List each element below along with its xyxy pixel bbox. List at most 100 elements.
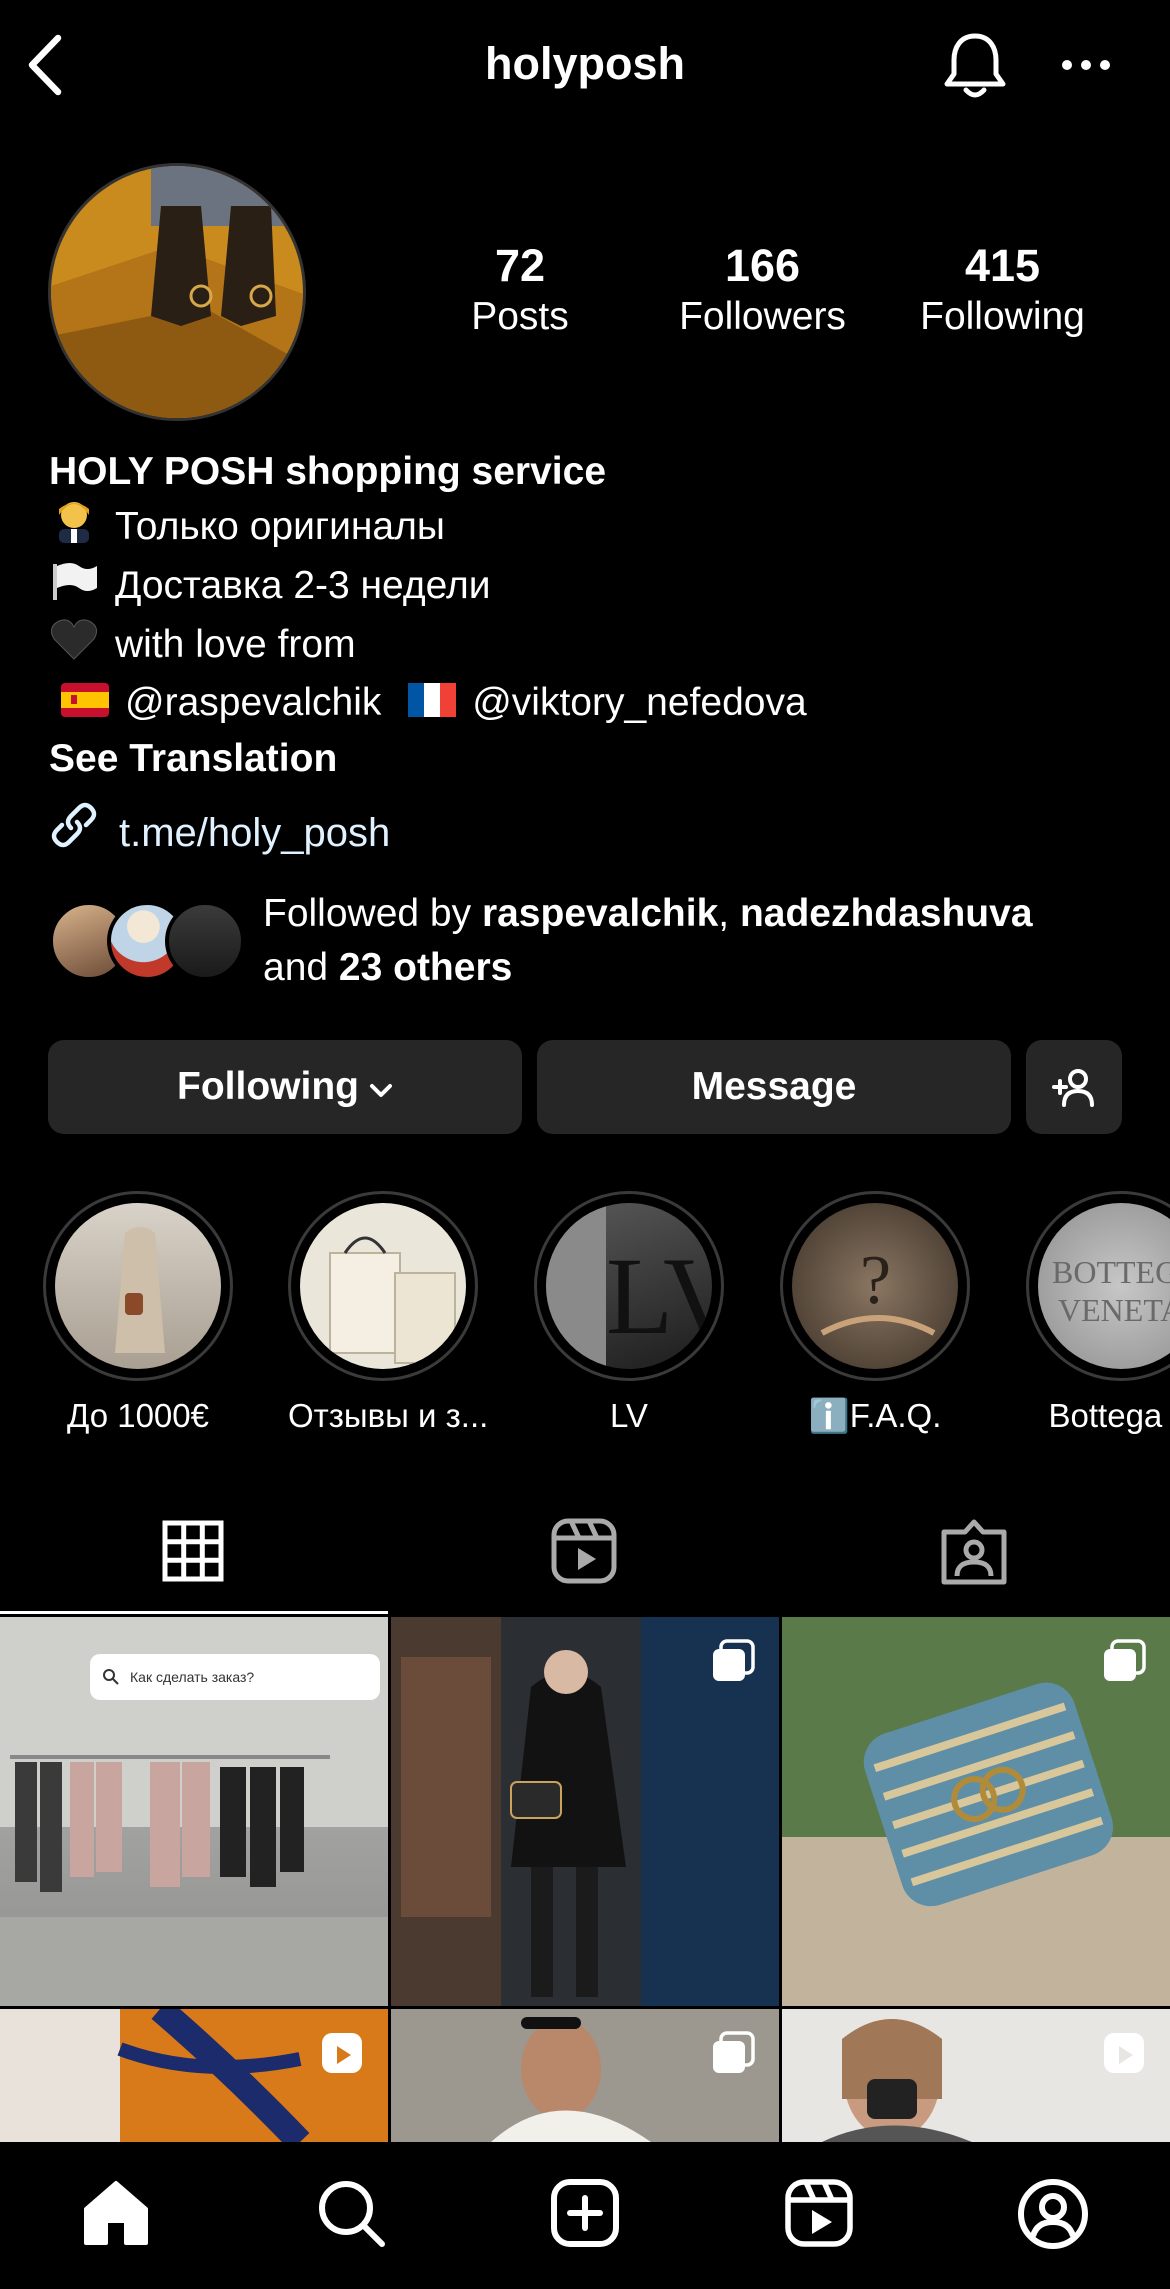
post-4[interactable] [0, 2009, 388, 2142]
profile-avatar[interactable] [48, 163, 306, 421]
bio-line-2: Доставка 2-3 недели [49, 558, 1129, 617]
svg-text:?: ? [860, 1242, 891, 1319]
highlight-3[interactable]: LV LV [534, 1191, 724, 1435]
followed-by-prefix: Followed by [263, 892, 482, 935]
post-1-search-bar: Как сделать заказ? [90, 1654, 380, 1700]
profile-bio: HOLY POSH shopping service Только оригин… [49, 445, 1129, 786]
suggest-people-button[interactable] [1026, 1040, 1122, 1134]
highlight-cover-3: LV [546, 1203, 712, 1369]
highlight-label-5: Bottega V [1048, 1397, 1170, 1434]
following-label: Following [920, 295, 1085, 338]
reels-icon [551, 1518, 617, 1584]
nav-create[interactable] [550, 2178, 620, 2248]
highlight-label-1: До 1000€ [66, 1397, 209, 1434]
highlight-4[interactable]: ? ℹ️F.A.Q. [780, 1191, 970, 1436]
home-icon [84, 2181, 148, 2245]
bio-line-1: Только оригиналы [49, 499, 1129, 558]
post-1[interactable]: Как сделать заказ? [0, 1617, 388, 2006]
tab-tagged[interactable] [941, 1518, 1007, 1586]
search-icon [319, 2181, 385, 2247]
followers-count: 166 [724, 240, 801, 291]
plus-square-icon [551, 2179, 619, 2247]
following-button[interactable]: Following [48, 1040, 522, 1134]
carousel-icon [1102, 1639, 1146, 1688]
white-flag-icon [49, 558, 99, 617]
bio-line-2-text: Доставка 2-3 недели [115, 563, 491, 607]
bio-line-3-text: with love from [115, 622, 356, 666]
followed-by-text: Followed by raspevalchik, nadezhdashuva … [263, 887, 1033, 995]
highlight-ring [288, 1191, 478, 1381]
chevron-down-icon [369, 1065, 393, 1109]
svg-text:VENETA: VENETA [1058, 1292, 1170, 1328]
active-tab-indicator [0, 1611, 388, 1614]
profile-icon [1018, 2179, 1088, 2249]
nav-profile[interactable] [1017, 2178, 1089, 2250]
notifications-button[interactable] [942, 30, 1008, 102]
svg-text:LV: LV [606, 1235, 712, 1357]
search-icon [103, 1669, 119, 1685]
stat-following[interactable]: 415 Following [895, 240, 1110, 342]
followed-by-and: and [263, 946, 339, 989]
black-heart-icon [49, 617, 99, 676]
stat-posts[interactable]: 72 Posts [440, 240, 600, 342]
nav-search[interactable] [316, 2178, 386, 2248]
message-button-label: Message [691, 1065, 857, 1108]
highlight-ring: BOTTEGAVENETA [1026, 1191, 1170, 1381]
following-count: 415 [964, 240, 1041, 291]
svg-text:BOTTEGA: BOTTEGA [1052, 1254, 1170, 1290]
spain-flag-icon [61, 678, 109, 732]
bio-line-4: @raspevalchik @viktory_nefedova [49, 676, 1129, 732]
follower-avatar-3 [165, 901, 245, 981]
highlight-ring: ? [780, 1191, 970, 1381]
message-button[interactable]: Message [537, 1040, 1011, 1134]
woman-emoji-icon [49, 499, 99, 558]
followed-by-others[interactable]: 23 others [339, 946, 512, 989]
highlight-ring: LV [534, 1191, 724, 1381]
ellipsis-icon [1062, 60, 1110, 70]
post-2[interactable] [391, 1617, 779, 2006]
mention-viktory-nefedova[interactable]: @viktory_nefedova [472, 681, 806, 724]
reel-icon [1102, 2031, 1146, 2080]
more-options-button[interactable] [1060, 58, 1112, 72]
bio-line-1-text: Только оригиналы [115, 504, 445, 548]
highlight-cover-1 [55, 1203, 221, 1369]
following-button-label: Following [177, 1065, 359, 1108]
bio-link[interactable]: t.me/holy_posh [49, 800, 390, 866]
nav-reels[interactable] [784, 2178, 854, 2248]
posts-label: Posts [471, 295, 569, 338]
see-translation-link[interactable]: See Translation [49, 732, 1129, 786]
followed-by-avatars [49, 896, 249, 986]
link-url: t.me/holy_posh [119, 811, 391, 855]
tab-posts-grid[interactable] [162, 1520, 224, 1582]
nav-home[interactable] [82, 2179, 150, 2247]
carousel-icon [711, 2031, 755, 2080]
bio-line-3: with love from [49, 617, 1129, 676]
bell-icon [944, 33, 1006, 98]
followed-by-user-1[interactable]: raspevalchik [482, 892, 718, 935]
highlight-label-3: LV [610, 1397, 648, 1434]
highlight-label-4: ℹ️F.A.Q. [808, 1397, 942, 1434]
highlight-ring [43, 1191, 233, 1381]
highlight-label-2: Отзывы и з... [288, 1397, 489, 1434]
tagged-person-icon [941, 1519, 1007, 1585]
followed-by[interactable]: Followed by raspevalchik, nadezhdashuva … [49, 887, 1033, 995]
highlight-cover-5: BOTTEGAVENETA [1038, 1203, 1170, 1369]
post-5[interactable] [391, 2009, 779, 2142]
highlight-2[interactable]: Отзывы и з... [288, 1191, 489, 1435]
avatar-image [51, 166, 303, 418]
add-person-icon [1052, 1069, 1094, 1107]
tab-reels[interactable] [551, 1518, 617, 1584]
highlight-1[interactable]: До 1000€ [43, 1191, 233, 1435]
link-icon [49, 800, 99, 866]
post-3[interactable] [782, 1617, 1170, 2006]
followed-by-user-2[interactable]: nadezhdashuva [740, 892, 1033, 935]
highlight-cover-4: ? [792, 1203, 958, 1369]
highlight-5[interactable]: BOTTEGAVENETA Bottega V [1026, 1191, 1170, 1435]
mention-raspevalchik[interactable]: @raspevalchik [125, 681, 381, 724]
highlight-cover-2 [300, 1203, 466, 1369]
followers-label: Followers [679, 295, 846, 338]
post-6[interactable] [782, 2009, 1170, 2142]
bottom-navigation [0, 2142, 1170, 2289]
stat-followers[interactable]: 166 Followers [660, 240, 865, 342]
followed-by-separator: , [718, 892, 740, 935]
